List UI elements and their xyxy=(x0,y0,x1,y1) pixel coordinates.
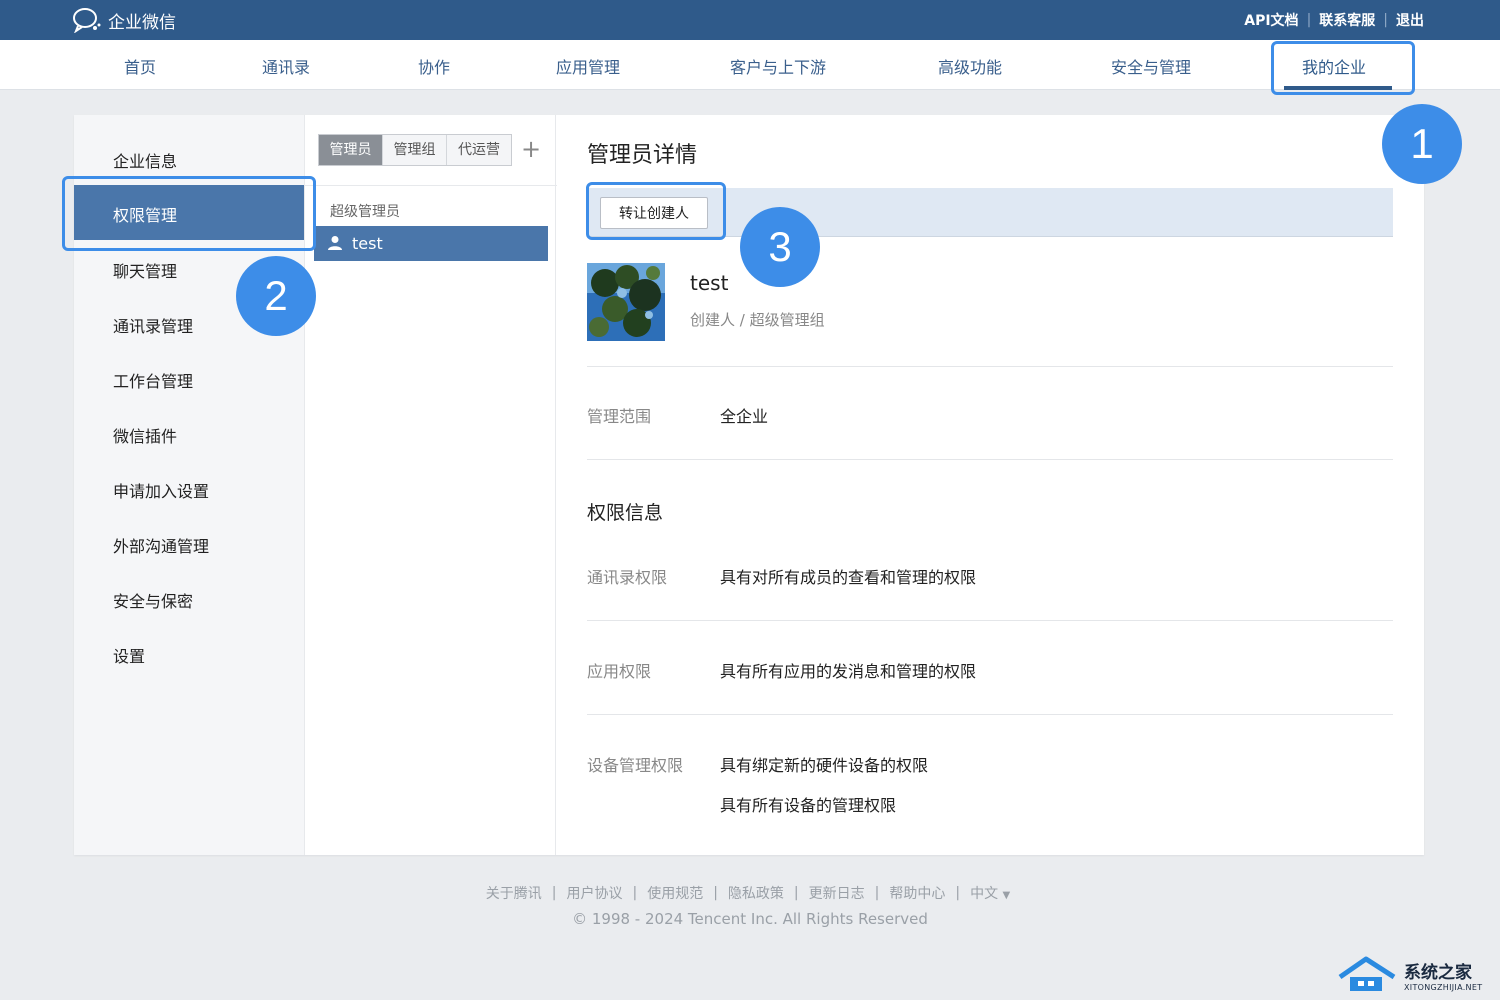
sidebar-item-join-settings[interactable]: 申请加入设置 xyxy=(113,478,209,502)
footer-link-rules[interactable]: 使用规范 xyxy=(647,883,703,903)
divider xyxy=(587,459,1393,460)
sidebar-item-chat[interactable]: 聊天管理 xyxy=(113,258,177,282)
divider xyxy=(305,185,557,186)
divider xyxy=(587,714,1393,715)
separator: | xyxy=(551,885,557,901)
brand-name: 企业微信 xyxy=(108,12,176,33)
device-permission-value: 具有绑定新的硬件设备的权限 xyxy=(720,756,929,775)
nav-app-management[interactable]: 应用管理 xyxy=(556,54,620,78)
profile-role: 创建人 / 超级管理组 xyxy=(690,311,825,329)
add-icon[interactable]: + xyxy=(521,135,541,163)
app-permission-value: 具有所有应用的发消息和管理的权限 xyxy=(720,662,977,681)
language-label: 中文 xyxy=(970,886,999,902)
footer-links: 关于腾讯 | 用户协议 | 使用规范 | 隐私政策 | 更新日志 | 帮助中心 … xyxy=(0,883,1500,903)
top-bar: 企业微信 API文档 | 联系客服 | 退出 xyxy=(0,0,1500,40)
logout-link[interactable]: 退出 xyxy=(1396,10,1424,30)
wecom-logo-icon xyxy=(73,8,101,33)
nav-collaboration[interactable]: 协作 xyxy=(418,54,450,78)
footer-link-changelog[interactable]: 更新日志 xyxy=(809,883,865,903)
chevron-down-icon: ▼ xyxy=(1002,890,1011,901)
brand-logo[interactable]: 企业微信 xyxy=(72,7,176,33)
nav-customers[interactable]: 客户与上下游 xyxy=(730,54,826,78)
separator: | xyxy=(793,885,799,901)
group-label: 超级管理员 xyxy=(330,204,400,220)
separator: | xyxy=(1383,12,1388,28)
nav-home[interactable]: 首页 xyxy=(124,54,156,78)
sidebar-item-enterprise-info[interactable]: 企业信息 xyxy=(113,148,177,172)
nav-security[interactable]: 安全与管理 xyxy=(1111,54,1191,78)
language-select[interactable]: 中文 ▼ xyxy=(970,883,1010,903)
footer-link-privacy[interactable]: 隐私政策 xyxy=(728,883,784,903)
separator: | xyxy=(632,885,638,901)
step-badge: 1 xyxy=(1382,104,1462,184)
contacts-permission-label: 通讯录权限 xyxy=(587,568,668,587)
step-badge: 2 xyxy=(236,256,316,336)
watermark-subtitle: XITONGZHIJIA.NET xyxy=(1404,983,1483,992)
separator: | xyxy=(1306,12,1312,28)
highlight-box xyxy=(62,176,316,251)
avatar xyxy=(587,263,665,341)
footer-link-agreement[interactable]: 用户协议 xyxy=(566,883,622,903)
separator: | xyxy=(955,885,961,901)
device-permission-value: 具有所有设备的管理权限 xyxy=(720,796,897,815)
sidebar-item-contacts[interactable]: 通讯录管理 xyxy=(113,313,193,337)
sidebar-item-external[interactable]: 外部沟通管理 xyxy=(113,533,209,557)
tab-operators[interactable]: 代运营 xyxy=(447,135,511,165)
separator: | xyxy=(874,885,880,901)
scope-value: 全企业 xyxy=(720,407,769,426)
sidebar-item-settings[interactable]: 设置 xyxy=(113,643,145,667)
highlight-box xyxy=(586,182,726,240)
footer-link-about[interactable]: 关于腾讯 xyxy=(486,883,542,903)
step-badge: 3 xyxy=(740,207,820,287)
sidebar-item-wechat-plugin[interactable]: 微信插件 xyxy=(113,423,177,447)
permissions-section-title: 权限信息 xyxy=(587,502,664,524)
footer-link-help[interactable]: 帮助中心 xyxy=(889,883,945,903)
top-links: API文档 | 联系客服 | 退出 xyxy=(1244,10,1424,30)
contacts-permission-value: 具有对所有成员的查看和管理的权限 xyxy=(720,568,977,587)
admin-list-column: 管理员 管理组 代运营 + 超级管理员 test xyxy=(304,115,557,855)
page-title: 管理员详情 xyxy=(587,143,698,168)
sidebar-item-workbench[interactable]: 工作台管理 xyxy=(113,368,193,392)
api-docs-link[interactable]: API文档 xyxy=(1244,10,1298,30)
watermark: 系统之家 XITONGZHIJIA.NET xyxy=(1336,950,1500,1000)
user-icon xyxy=(328,236,342,250)
admin-name: test xyxy=(352,234,383,253)
profile-name: test xyxy=(690,271,729,295)
app-permission-label: 应用权限 xyxy=(587,662,652,681)
highlight-box xyxy=(1271,41,1415,95)
nav-contacts[interactable]: 通讯录 xyxy=(262,54,310,78)
house-logo-icon xyxy=(1338,956,1396,991)
footer: 关于腾讯 | 用户协议 | 使用规范 | 隐私政策 | 更新日志 | 帮助中心 … xyxy=(0,883,1500,903)
admin-list-item[interactable]: test xyxy=(314,226,548,261)
scope-label: 管理范围 xyxy=(587,407,652,426)
sidebar-item-privacy[interactable]: 安全与保密 xyxy=(113,588,193,612)
tab-admin-groups[interactable]: 管理组 xyxy=(383,135,447,165)
nav-advanced[interactable]: 高级功能 xyxy=(938,54,1002,78)
divider xyxy=(587,620,1393,621)
avatar-image xyxy=(587,263,665,341)
device-permission-label: 设备管理权限 xyxy=(587,756,684,775)
watermark-text: 系统之家 XITONGZHIJIA.NET xyxy=(1404,958,1482,992)
watermark-title: 系统之家 xyxy=(1404,963,1472,983)
admin-tabs: 管理员 管理组 代运营 xyxy=(318,134,512,166)
copyright: © 1998 - 2024 Tencent Inc. All Rights Re… xyxy=(572,910,928,928)
separator: | xyxy=(713,885,718,901)
tab-admins[interactable]: 管理员 xyxy=(319,135,383,165)
support-link[interactable]: 联系客服 xyxy=(1319,10,1375,30)
divider xyxy=(587,366,1393,367)
